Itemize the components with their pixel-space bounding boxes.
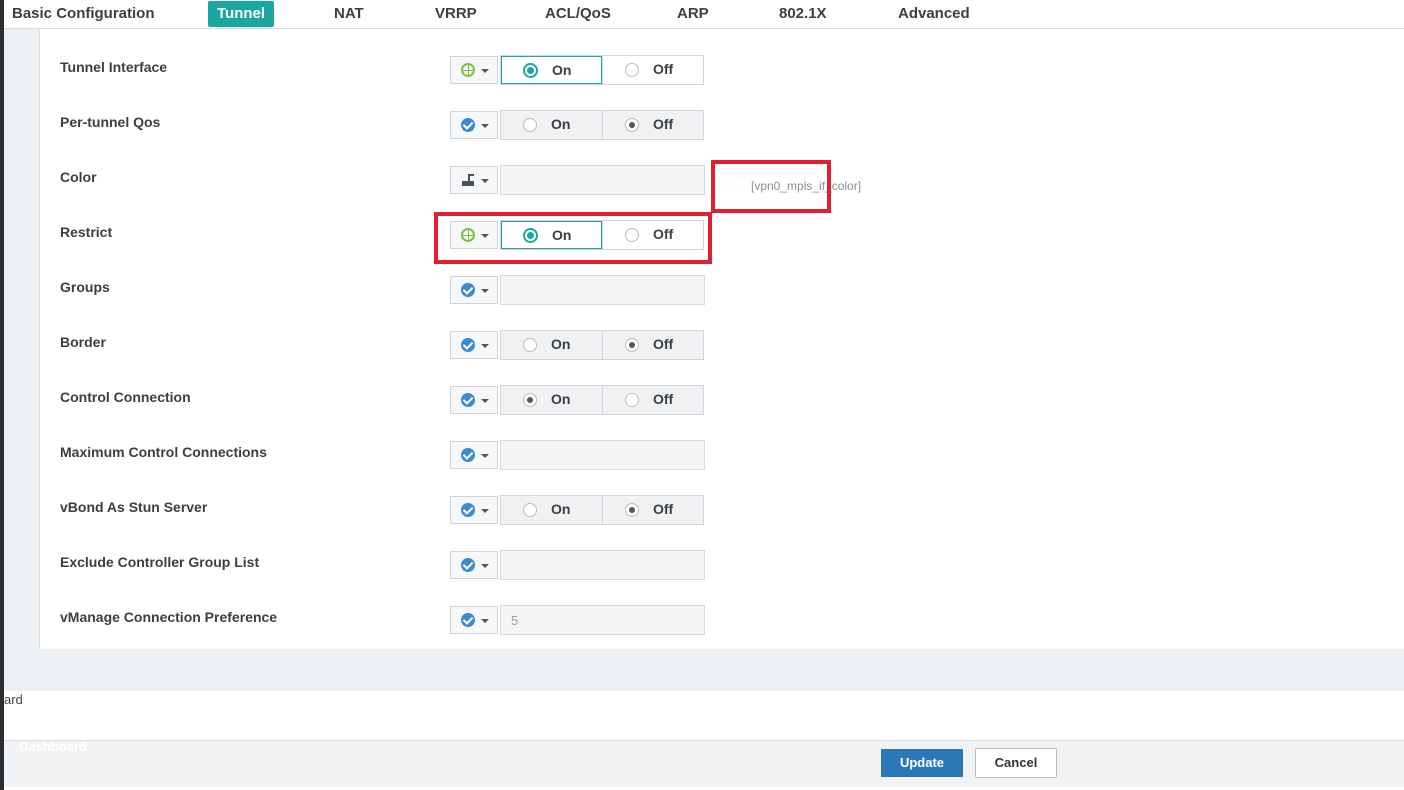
radio-on[interactable]: On bbox=[501, 386, 602, 414]
scope-dropdown[interactable] bbox=[450, 496, 498, 524]
chevron-down-icon bbox=[481, 124, 489, 128]
scope-dropdown[interactable] bbox=[450, 551, 498, 579]
vbond-stun-toggle: On Off bbox=[500, 495, 704, 525]
chevron-down-icon bbox=[481, 344, 489, 348]
highlight-restrict-toggle bbox=[434, 212, 712, 264]
scope-dropdown[interactable] bbox=[450, 331, 498, 359]
field-label: Maximum Control Connections bbox=[60, 444, 267, 460]
tunnel-form: Tunnel Interface On Off Per-tunnel Qos O… bbox=[39, 29, 1404, 649]
chevron-down-icon bbox=[481, 619, 489, 623]
check-circle-icon bbox=[461, 503, 475, 517]
radio-on[interactable]: On bbox=[501, 331, 602, 359]
field-label: vBond As Stun Server bbox=[60, 499, 208, 515]
groups-input[interactable] bbox=[500, 275, 705, 305]
scope-dropdown[interactable] bbox=[450, 166, 498, 194]
field-label: Control Connection bbox=[60, 389, 191, 405]
cancel-button[interactable]: Cancel bbox=[975, 748, 1057, 778]
tunnel-panel: Tunnel Interface On Off Per-tunnel Qos O… bbox=[4, 29, 1404, 691]
scope-dropdown[interactable] bbox=[450, 276, 498, 304]
check-circle-icon bbox=[461, 558, 475, 572]
check-circle-icon bbox=[461, 448, 475, 462]
radio-off[interactable]: Off bbox=[602, 496, 703, 524]
check-circle-icon bbox=[461, 613, 475, 627]
tab-arp[interactable]: ARP bbox=[677, 0, 709, 28]
check-circle-icon bbox=[461, 283, 475, 297]
border-toggle: On Off bbox=[500, 330, 704, 360]
tab-nat[interactable]: NAT bbox=[334, 0, 364, 28]
radio-off[interactable]: Off bbox=[602, 331, 703, 359]
field-label: Groups bbox=[60, 279, 110, 295]
footer-bar bbox=[4, 740, 1404, 787]
globe-icon bbox=[461, 63, 475, 77]
field-label: vManage Connection Preference bbox=[60, 609, 278, 625]
radio-off[interactable]: Off bbox=[602, 386, 703, 414]
exclude-controller-group-input[interactable] bbox=[500, 550, 705, 580]
tab-vrrp[interactable]: VRRP bbox=[435, 0, 477, 28]
tab-tunnel[interactable]: Tunnel bbox=[208, 1, 275, 27]
scope-dropdown[interactable] bbox=[450, 111, 498, 139]
field-label: Tunnel Interface bbox=[60, 59, 168, 75]
field-label: Border bbox=[60, 334, 106, 350]
sidebar-dashboard-link[interactable]: Dashboard bbox=[19, 739, 87, 754]
per-tunnel-qos-toggle: On Off bbox=[500, 110, 704, 140]
radio-on[interactable]: On bbox=[501, 56, 602, 84]
tunnel-interface-toggle: On Off bbox=[500, 55, 704, 85]
radio-on[interactable]: On bbox=[501, 496, 602, 524]
tab-bar: Basic Configuration Tunnel NAT VRRP ACL/… bbox=[4, 0, 1404, 29]
tab-advanced[interactable]: Advanced bbox=[898, 0, 970, 28]
chevron-down-icon bbox=[481, 179, 489, 183]
radio-off[interactable]: Off bbox=[602, 111, 703, 139]
scope-dropdown[interactable] bbox=[450, 56, 498, 84]
scope-dropdown[interactable] bbox=[450, 386, 498, 414]
check-circle-icon bbox=[461, 338, 475, 352]
radio-off[interactable]: Off bbox=[602, 56, 703, 84]
tab-8021x[interactable]: 802.1X bbox=[779, 0, 827, 28]
sidebar-fragment-text: ard bbox=[4, 692, 23, 707]
chevron-down-icon bbox=[481, 69, 489, 73]
vmanage-preference-input[interactable]: 5 bbox=[500, 605, 705, 635]
radio-on[interactable]: On bbox=[501, 111, 602, 139]
content-bottom bbox=[4, 691, 1404, 740]
chevron-down-icon bbox=[481, 509, 489, 513]
field-label: Exclude Controller Group List bbox=[60, 554, 260, 570]
chevron-down-icon bbox=[481, 289, 489, 293]
field-label: Per-tunnel Qos bbox=[60, 114, 161, 130]
update-button[interactable]: Update bbox=[881, 749, 963, 777]
highlight-color-variable bbox=[711, 160, 831, 213]
color-input[interactable] bbox=[500, 165, 705, 195]
chevron-down-icon bbox=[481, 454, 489, 458]
scope-dropdown[interactable] bbox=[450, 441, 498, 469]
field-label: Color bbox=[60, 169, 97, 185]
chevron-down-icon bbox=[481, 399, 489, 403]
check-circle-icon bbox=[461, 393, 475, 407]
chevron-down-icon bbox=[481, 564, 489, 568]
control-connection-toggle: On Off bbox=[500, 385, 704, 415]
scope-dropdown[interactable] bbox=[450, 606, 498, 634]
field-label: Restrict bbox=[60, 224, 113, 240]
max-control-connections-input[interactable] bbox=[500, 440, 705, 470]
device-icon bbox=[461, 173, 475, 187]
check-circle-icon bbox=[461, 118, 475, 132]
tab-basic-configuration[interactable]: Basic Configuration bbox=[12, 0, 155, 28]
tab-acl-qos[interactable]: ACL/QoS bbox=[545, 0, 611, 28]
